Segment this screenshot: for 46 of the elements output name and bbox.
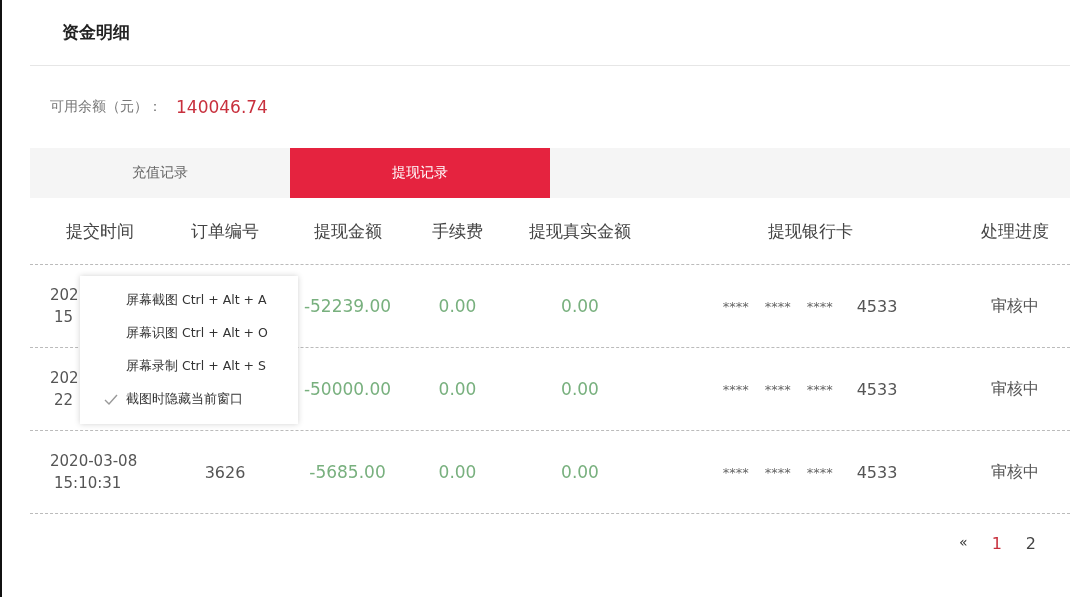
card-digits: 4533 <box>856 462 898 482</box>
balance-value: 140046.74 <box>176 97 268 117</box>
balance-label: 可用余额（元）： <box>50 98 162 116</box>
page-link[interactable]: 2 <box>1025 534 1036 553</box>
column-header: 提现真实金额 <box>528 219 632 243</box>
table-cell-text: 202 15 <box>50 285 79 328</box>
column-header: 提现金额 <box>312 219 383 243</box>
table-cell: 0.00 <box>561 379 599 399</box>
masked-digits: **** <box>806 298 833 314</box>
table-cell: 0.00 <box>438 296 477 316</box>
masked-digits: **** <box>764 381 791 397</box>
masked-digits: **** <box>806 464 833 480</box>
menu-item[interactable]: 屏幕录制 Ctrl + Alt + S <box>80 350 298 383</box>
table-cell: 0.00 <box>438 462 477 482</box>
table-cell: 3626 <box>204 462 246 482</box>
column-header: 处理进度 <box>980 219 1050 243</box>
table-cell-text: 202 22 <box>50 368 79 411</box>
tab[interactable]: 提现记录 <box>290 148 550 198</box>
column-header: 提现银行卡 <box>766 219 854 243</box>
column-header: 手续费 <box>431 219 484 243</box>
table-cell: 0.00 <box>561 462 599 482</box>
status-text: 审核中 <box>991 378 1039 400</box>
table-cell: 0.00 <box>438 379 477 399</box>
masked-digits: **** <box>722 381 749 397</box>
card-digits: 4533 <box>856 379 898 399</box>
page-title: 资金明细 <box>62 21 130 44</box>
table-cell: -50000.00 <box>303 379 392 399</box>
menu-item[interactable]: 屏幕截图 Ctrl + Alt + A <box>80 284 298 317</box>
menu-item[interactable]: 截图时隐藏当前窗口 <box>80 383 298 416</box>
table-cell: -5685.00 <box>309 462 386 482</box>
masked-digits: **** <box>722 464 749 480</box>
masked-digits: **** <box>722 298 749 314</box>
status-text: 审核中 <box>991 295 1039 317</box>
menu-item[interactable]: 屏幕识图 Ctrl + Alt + O <box>80 317 298 350</box>
prev-page-link[interactable]: « <box>959 534 968 553</box>
column-header: 提交时间 <box>65 219 135 243</box>
masked-digits: **** <box>764 464 791 480</box>
masked-digits: **** <box>806 381 833 397</box>
column-header: 订单编号 <box>190 219 260 243</box>
table-cell: 0.00 <box>561 296 599 316</box>
page-link[interactable]: 1 <box>991 534 1002 553</box>
card-digits: 4533 <box>856 296 898 316</box>
masked-digits: **** <box>764 298 791 314</box>
status-text: 审核中 <box>991 461 1039 483</box>
table-cell-text: 2020-03-08 15:10:31 <box>50 451 138 494</box>
table-cell: -52239.00 <box>303 296 392 316</box>
